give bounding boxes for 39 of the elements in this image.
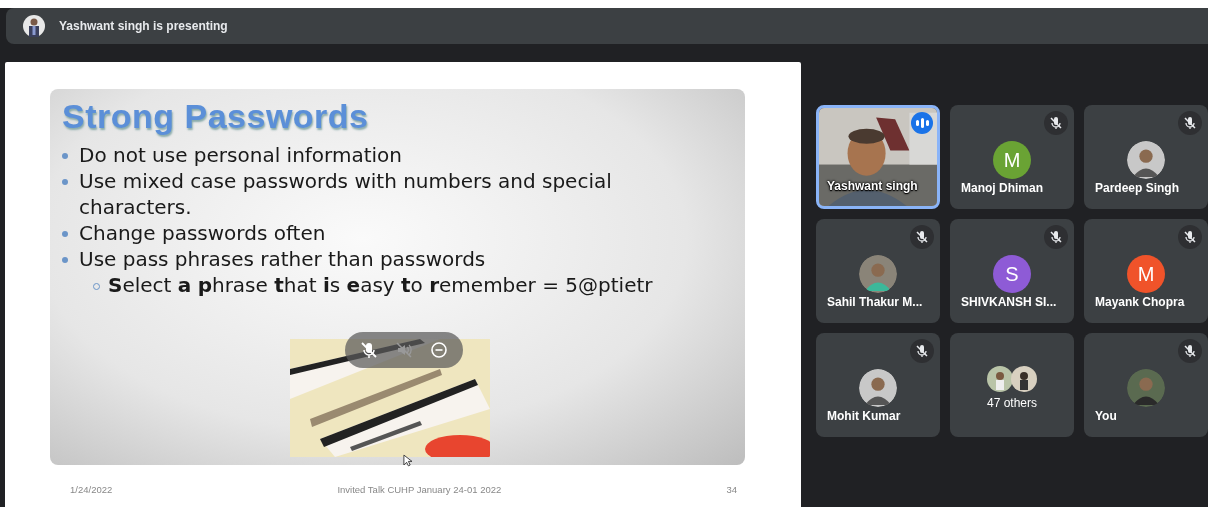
participant-name: Pardeep Singh bbox=[1095, 181, 1180, 195]
mic-off-icon[interactable] bbox=[358, 340, 379, 360]
participant-tile[interactable]: M Manoj Dhiman bbox=[950, 105, 1074, 209]
slide-title: Strong Passwords bbox=[62, 97, 370, 136]
participant-name: SHIVKANSH SI... bbox=[961, 295, 1057, 309]
participant-tile[interactable]: You bbox=[1084, 333, 1208, 437]
avatar-letter: M bbox=[993, 141, 1031, 179]
participant-tile[interactable]: Sahil Thakur M... bbox=[816, 219, 940, 323]
participant-tile[interactable]: 47 others bbox=[950, 333, 1074, 437]
remove-icon[interactable] bbox=[429, 340, 450, 360]
participant-tile[interactable]: Pardeep Singh bbox=[1084, 105, 1208, 209]
bullet-text: Change passwords often bbox=[79, 220, 327, 246]
bullet-icon bbox=[62, 153, 68, 159]
bullet-text: Use pass phrases rather than passwords bbox=[79, 246, 487, 272]
bullet-text: Do not use personal information bbox=[79, 142, 404, 168]
avatar-letter: M bbox=[1127, 255, 1165, 293]
participant-name: Manoj Dhiman bbox=[961, 181, 1043, 195]
bullet-icon bbox=[62, 257, 68, 263]
participant-tile[interactable]: S SHIVKANSH SI... bbox=[950, 219, 1074, 323]
bullet-icon bbox=[62, 231, 68, 237]
slide-date: 1/24/2022 bbox=[70, 484, 113, 495]
participant-name: Mohit Kumar bbox=[827, 409, 901, 423]
slide-footer-text: Invited Talk CUHP January 24-01 2022 bbox=[337, 484, 502, 495]
participant-name: 47 others bbox=[986, 396, 1037, 410]
sound-off-icon[interactable] bbox=[394, 340, 414, 360]
bullet-icon bbox=[62, 179, 68, 185]
participant-name: Sahil Thakur M... bbox=[827, 295, 923, 309]
participant-name: Yashwant singh bbox=[827, 179, 918, 193]
bullet-text: Use mixed case passwords with numbers and special characters. bbox=[79, 168, 613, 220]
participant-tile[interactable]: Mohit Kumar bbox=[816, 333, 940, 437]
cursor-icon bbox=[403, 454, 412, 467]
sub-bullet-text: Select a phrase that is easy to remember = 5@ptietr bbox=[108, 272, 654, 298]
presenter-title: Yashwant singh is presenting bbox=[59, 19, 228, 33]
participant-name: You bbox=[1095, 409, 1117, 423]
participant-tile[interactable]: M Mayank Chopra bbox=[1084, 219, 1208, 323]
participant-tile[interactable]: Yashwant singh bbox=[816, 105, 940, 209]
slide-number: 34 bbox=[726, 484, 737, 495]
participant-name: Mayank Chopra bbox=[1095, 295, 1185, 309]
avatar-letter: S bbox=[993, 255, 1031, 293]
